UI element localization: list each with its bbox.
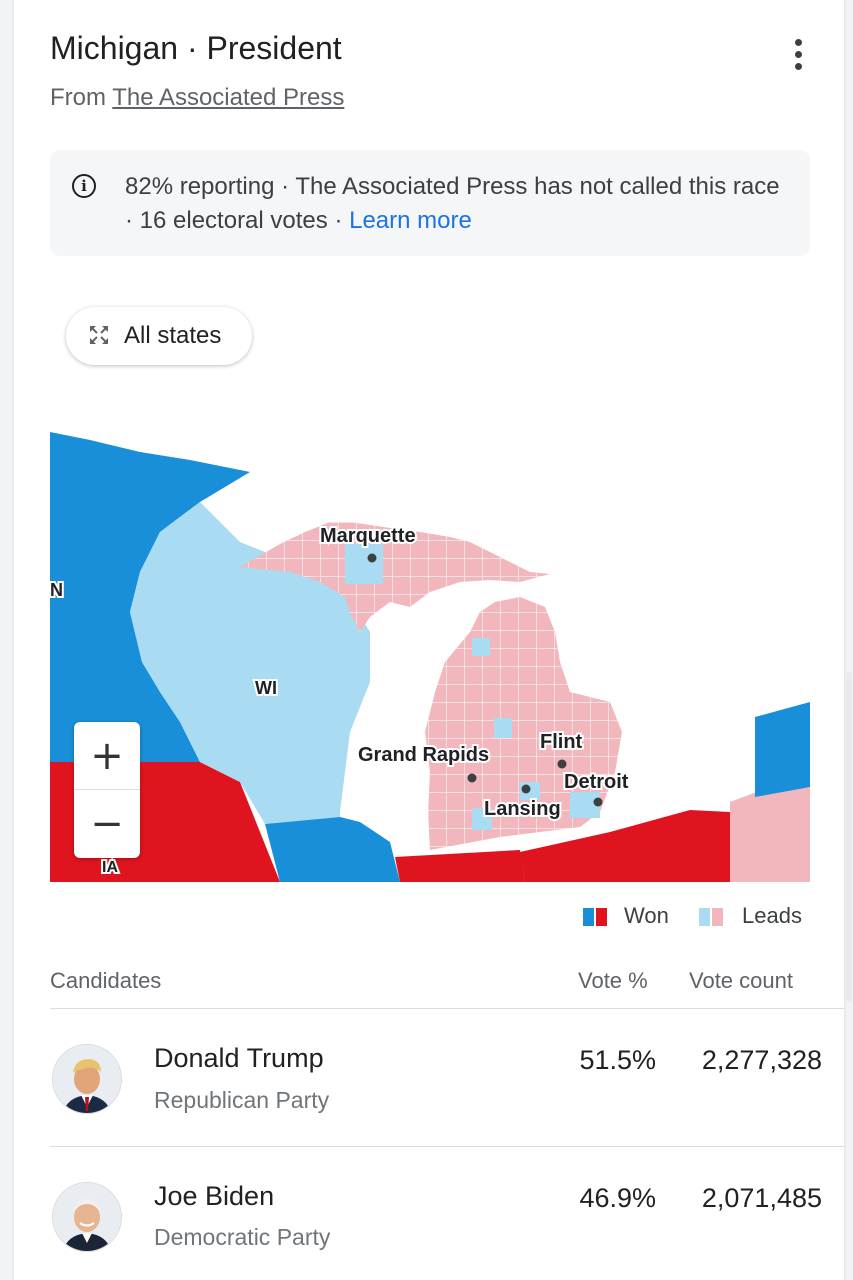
won-dem-swatch [583, 908, 594, 926]
vote-pct: 51.5% [579, 1045, 656, 1075]
legend-won: Won [624, 903, 669, 928]
info-icon: i [72, 174, 96, 198]
all-states-button[interactable]: All states [66, 307, 252, 365]
city-label-grand-rapids: Grand Rapids [358, 744, 489, 766]
header-candidates: Candidates [50, 968, 162, 993]
candidate-avatar-biden [52, 1182, 122, 1252]
learn-more-link[interactable]: Learn more [349, 207, 472, 234]
scrollbar[interactable] [846, 672, 852, 1002]
more-options-icon[interactable] [780, 36, 816, 72]
source-prefix: From [50, 84, 113, 111]
city-label-detroit: Detroit [564, 771, 629, 793]
source-line: From The Associated Press [50, 84, 344, 112]
vote-count: 2,277,328 [701, 1045, 822, 1075]
zoom-out-button[interactable]: − [74, 790, 140, 857]
city-label-marquette: Marquette [320, 525, 416, 547]
candidate-party: Democratic Party [154, 1224, 331, 1250]
candidate-party: Republican Party [154, 1087, 330, 1113]
legend-leads: Leads [742, 903, 802, 928]
state-label-ia: IA [102, 859, 118, 876]
source-link[interactable]: The Associated Press [112, 84, 344, 111]
county-map[interactable]: Marquette WI N Grand Rapids Flint Detroi… [50, 432, 810, 882]
leads-dem-swatch [699, 908, 710, 926]
vote-pct: 46.9% [579, 1183, 656, 1213]
won-rep-swatch [596, 908, 607, 926]
leads-rep-swatch [712, 908, 723, 926]
divider [50, 1146, 844, 1147]
state-label-mn: N [50, 580, 63, 600]
candidate-name[interactable]: Joe Biden [154, 1181, 274, 1212]
city-label-lansing: Lansing [484, 798, 561, 820]
expand-icon [90, 326, 108, 344]
divider [50, 1008, 844, 1009]
zoom-control: + − [74, 722, 140, 858]
candidate-avatar-trump [52, 1044, 122, 1114]
header-vote-pct: Vote % [578, 968, 648, 993]
city-label-flint: Flint [540, 731, 583, 753]
reporting-notice: i 82% reporting · The Associated Press h… [50, 150, 810, 256]
all-states-label: All states [124, 322, 222, 349]
header-vote-count: Vote count [689, 968, 793, 993]
zoom-in-button[interactable]: + [74, 722, 140, 790]
state-label-wi: WI [255, 678, 277, 698]
page-title: Michigan · President [50, 30, 342, 66]
vote-count: 2,071,485 [701, 1183, 822, 1213]
candidate-name[interactable]: Donald Trump [154, 1043, 324, 1074]
